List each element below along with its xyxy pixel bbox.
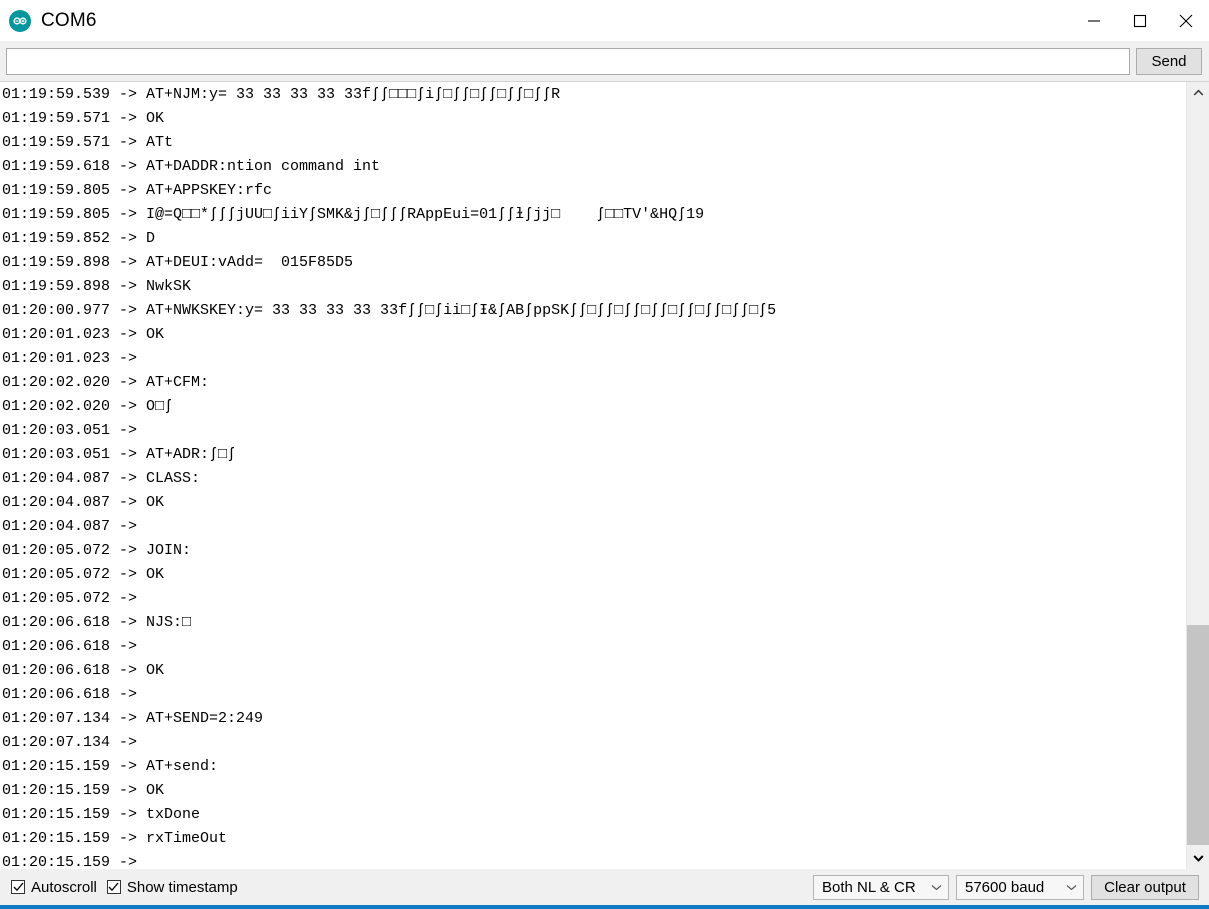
log-line: 01:20:04.087 -> OK — [2, 494, 165, 511]
chevron-down-icon[interactable] — [1187, 847, 1209, 869]
status-bar: Autoscroll Show timestamp Both NL & CR 5… — [0, 869, 1209, 905]
send-button[interactable]: Send — [1136, 47, 1202, 75]
log-line: 01:20:03.051 -> — [2, 422, 147, 439]
log-line: 01:20:15.159 -> — [2, 854, 147, 869]
clear-output-button[interactable]: Clear output — [1091, 874, 1199, 900]
log-line: 01:20:05.072 -> — [2, 590, 147, 607]
show-timestamp-checkbox-box[interactable] — [106, 880, 121, 894]
line-ending-dropdown[interactable]: Both NL & CR — [813, 874, 949, 900]
log-line: 01:19:59.618 -> AT+DADDR:ntion command i… — [2, 158, 381, 175]
window-controls — [1071, 0, 1209, 41]
log-line: 01:19:59.898 -> NwkSK — [2, 278, 192, 295]
log-line: 01:20:06.618 -> NJS:□ — [2, 614, 192, 631]
log-line: 01:20:15.159 -> txDone — [2, 806, 201, 823]
serial-send-input[interactable] — [6, 47, 1130, 75]
log-line: 01:19:59.805 -> AT+APPSKEY:rfc — [2, 182, 273, 199]
log-line: 01:20:04.087 -> — [2, 518, 147, 535]
log-line: 01:20:02.020 -> O□ʃ — [2, 398, 174, 415]
autoscroll-label: Autoscroll — [31, 878, 97, 896]
minimize-icon[interactable] — [1071, 0, 1117, 41]
serial-output-log: 01:19:59.539 -> AT+NJM:y= 33 33 33 33 33… — [0, 82, 1186, 869]
console-area: 01:19:59.539 -> AT+NJM:y= 33 33 33 33 33… — [0, 81, 1209, 869]
log-line: 01:19:59.852 -> D — [2, 230, 156, 247]
log-line: 01:20:00.977 -> AT+NWKSKEY:y= 33 33 33 3… — [2, 302, 777, 319]
autoscroll-checkbox-box[interactable] — [11, 880, 25, 894]
send-row: Send — [0, 41, 1209, 81]
log-line: 01:20:15.159 -> rxTimeOut — [2, 830, 228, 847]
line-ending-value: Both NL & CR — [822, 878, 916, 896]
log-line: 01:19:59.539 -> AT+NJM:y= 33 33 33 33 33… — [2, 86, 561, 103]
show-timestamp-checkbox[interactable]: Show timestamp — [106, 878, 238, 896]
chevron-up-icon[interactable] — [1187, 82, 1209, 104]
console-scrollbar[interactable] — [1186, 82, 1209, 869]
chevron-down-icon — [1066, 876, 1077, 899]
log-line: 01:20:05.072 -> OK — [2, 566, 165, 583]
log-line: 01:19:59.805 -> I@=Q□□*ʃʃʃjUU□ʃiiYʃSMK&j… — [2, 206, 705, 223]
log-line: 01:19:59.571 -> ATt — [2, 134, 174, 151]
log-line: 01:20:15.159 -> AT+send: — [2, 758, 219, 775]
log-line: 01:20:06.618 -> — [2, 638, 147, 655]
baud-rate-dropdown[interactable]: 57600 baud — [956, 874, 1084, 900]
log-line: 01:20:01.023 -> — [2, 350, 147, 367]
log-line: 01:19:59.898 -> AT+DEUI:vAdd= 015F85D5 — [2, 254, 354, 271]
baud-rate-value: 57600 baud — [965, 878, 1045, 896]
log-line: 01:20:01.023 -> OK — [2, 326, 165, 343]
bottom-accent-bar — [0, 905, 1209, 909]
log-line: 01:20:02.020 -> AT+CFM: — [2, 374, 210, 391]
log-line: 01:20:03.051 -> AT+ADR:ʃ□ʃ — [2, 446, 237, 463]
log-line: 01:20:05.072 -> JOIN: — [2, 542, 192, 559]
log-line: 01:20:07.134 -> AT+SEND=2:249 — [2, 710, 264, 727]
title-bar: COM6 — [0, 0, 1209, 41]
log-line: 01:20:15.159 -> OK — [2, 782, 165, 799]
log-line: 01:20:06.618 -> — [2, 686, 147, 703]
autoscroll-checkbox[interactable]: Autoscroll — [11, 879, 97, 896]
chevron-down-icon — [931, 876, 942, 899]
close-icon[interactable] — [1163, 0, 1209, 41]
show-timestamp-label: Show timestamp — [126, 878, 238, 896]
arduino-infinity-icon — [9, 9, 31, 32]
scrollbar-thumb[interactable] — [1187, 625, 1209, 845]
serial-monitor-window: COM6 Send 01:19:59.539 -> AT+NJM:y= 33 3… — [0, 0, 1209, 909]
log-line: 01:20:07.134 -> — [2, 734, 147, 751]
maximize-icon[interactable] — [1117, 0, 1163, 41]
window-title: COM6 — [41, 10, 97, 31]
log-line: 01:20:06.618 -> OK — [2, 662, 165, 679]
log-line: 01:19:59.571 -> OK — [2, 110, 165, 127]
log-line: 01:20:04.087 -> CLASS: — [2, 470, 201, 487]
